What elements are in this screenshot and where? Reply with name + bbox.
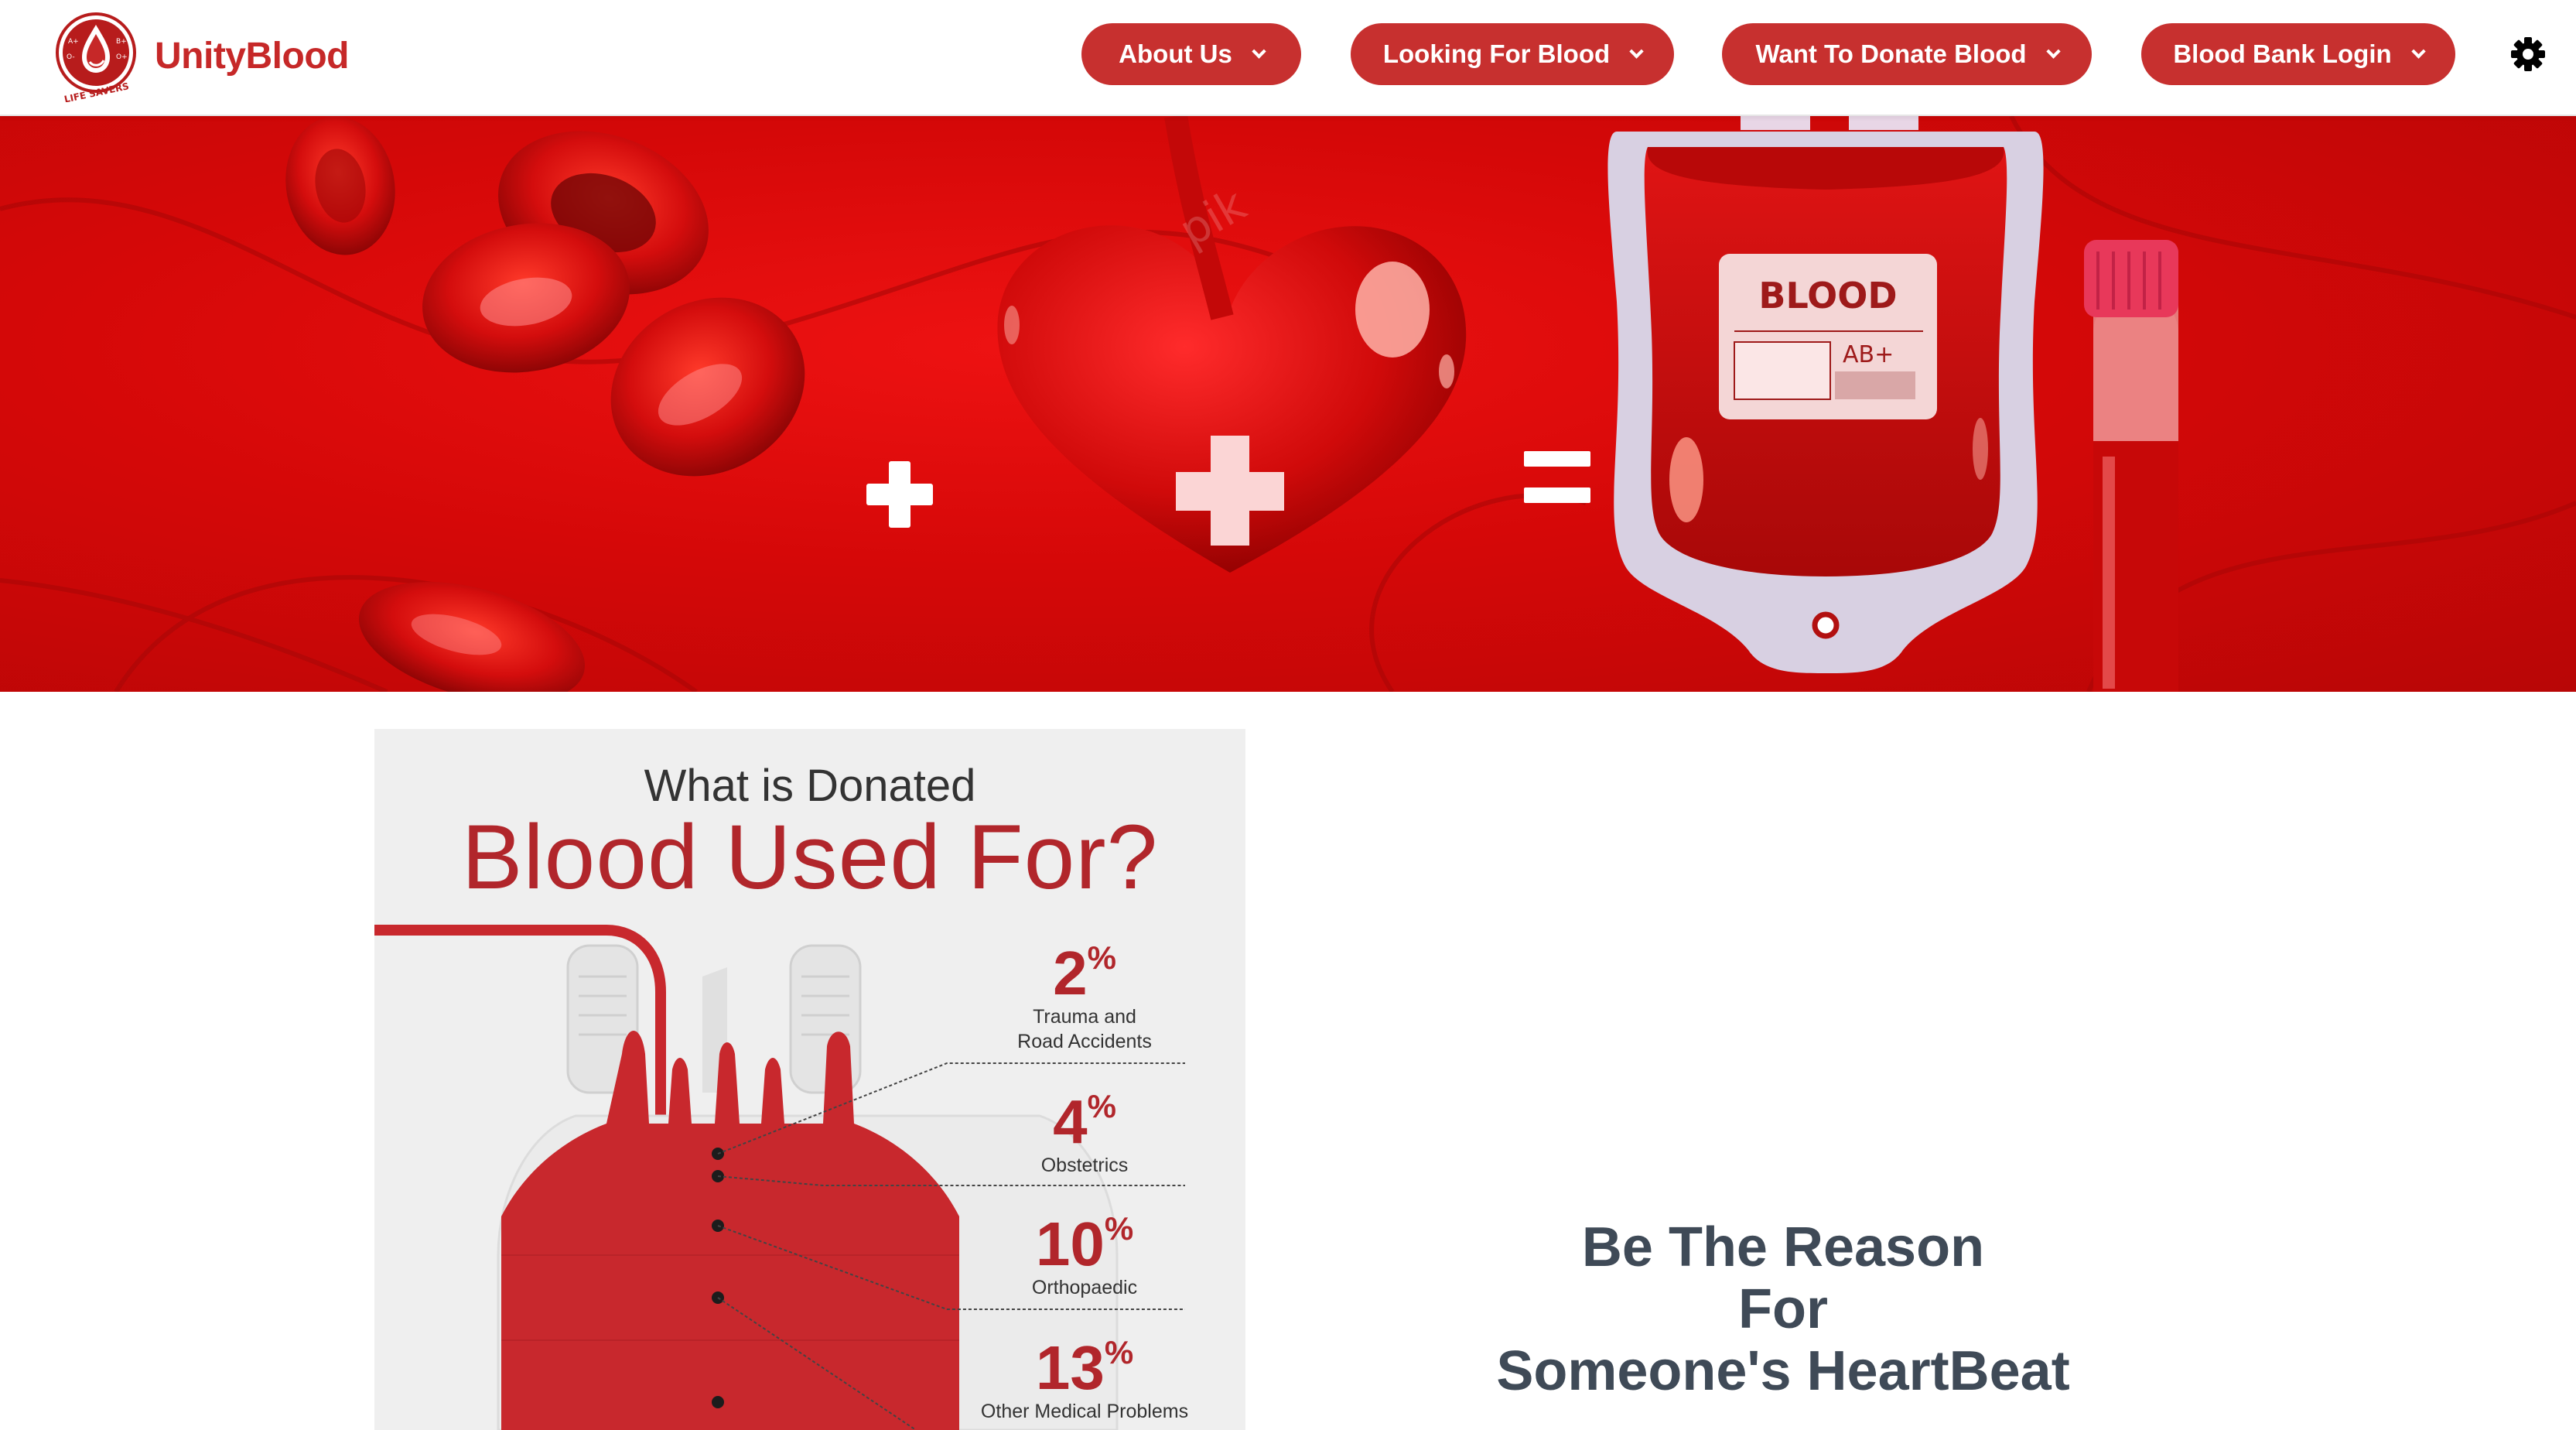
tagline-line-3: Someone's HeartBeat bbox=[1496, 1340, 2070, 1402]
gear-icon[interactable] bbox=[2509, 35, 2547, 74]
equals-sign-icon bbox=[1524, 451, 1590, 503]
brand[interactable]: A+ B+ O- O+ LIFE SAVERS UnityBlood bbox=[54, 9, 349, 102]
hero-banner: BLOOD AB+ pik bbox=[0, 116, 2576, 692]
stat-value: 4% bbox=[969, 1088, 1201, 1153]
about-us-button[interactable]: About Us bbox=[1081, 23, 1301, 85]
tagline-line-2: For bbox=[1738, 1278, 1828, 1340]
stat-orthopaedic: 10% Orthopaedic bbox=[969, 1213, 1201, 1300]
logo-type-o-neg: O- bbox=[67, 53, 75, 61]
chevron-down-icon bbox=[2045, 43, 2061, 59]
blood-bank-login-button[interactable]: Blood Bank Login bbox=[2141, 23, 2455, 85]
chevron-down-icon bbox=[2410, 43, 2426, 59]
looking-for-blood-button[interactable]: Looking For Blood bbox=[1351, 23, 1674, 85]
infographic-blood-bag bbox=[374, 925, 1185, 1430]
stat-trauma: 2% Trauma and Road Accidents bbox=[969, 942, 1201, 1054]
plus-sign-icon bbox=[866, 461, 933, 528]
stat-label-line2: Road Accidents bbox=[1017, 1031, 1152, 1052]
unityblood-logo: A+ B+ O- O+ LIFE SAVERS bbox=[56, 12, 136, 102]
stat-number: 10 bbox=[1035, 1209, 1105, 1278]
stat-label: Obstetrics bbox=[1040, 1155, 1129, 1176]
stat-unit: % bbox=[1087, 939, 1116, 976]
logo-type-b: B+ bbox=[116, 38, 127, 46]
blood-bank-login-label: Blood Bank Login bbox=[2173, 39, 2392, 68]
want-to-donate-blood-button[interactable]: Want To Donate Blood bbox=[1722, 23, 2092, 85]
stat-label: Trauma and bbox=[1033, 1006, 1136, 1028]
stat-number: 2 bbox=[1053, 939, 1088, 1008]
stat-unit: % bbox=[1104, 1334, 1134, 1370]
stat-number: 13 bbox=[1035, 1333, 1105, 1402]
looking-for-blood-label: Looking For Blood bbox=[1382, 39, 1611, 68]
stat-unit: % bbox=[1087, 1088, 1116, 1124]
logo-type-a: A+ bbox=[68, 38, 79, 46]
logo-type-o-pos: O+ bbox=[116, 53, 128, 61]
tagline: Be The Reason For Someone's HeartBeat bbox=[1392, 1216, 2174, 1402]
chevron-down-icon bbox=[1629, 43, 1644, 59]
stat-label: Orthopaedic bbox=[1031, 1277, 1138, 1298]
chevron-down-icon bbox=[1252, 43, 1266, 59]
brand-name[interactable]: UnityBlood bbox=[155, 35, 349, 77]
stat-label: Other Medical Problems bbox=[980, 1401, 1189, 1422]
top-navbar: A+ B+ O- O+ LIFE SAVERS UnityBlood About… bbox=[0, 0, 2576, 116]
stat-other-medical: 13% Other Medical Problems bbox=[969, 1334, 1201, 1424]
stat-number: 4 bbox=[1053, 1087, 1088, 1156]
tagline-line-1: Be The Reason bbox=[1581, 1216, 1985, 1278]
stat-value: 10% bbox=[969, 1213, 1201, 1275]
stat-value: 2% bbox=[969, 942, 1201, 1004]
want-to-donate-blood-label: Want To Donate Blood bbox=[1755, 39, 2027, 68]
blood-usage-infographic: What is Donated Blood Used For? bbox=[374, 729, 1245, 1430]
test-tube-illustration bbox=[2084, 240, 2178, 692]
about-us-label: About Us bbox=[1119, 39, 1232, 68]
hero-illustration: BLOOD AB+ pik bbox=[0, 116, 2576, 692]
stat-obstetrics: 4% Obstetrics bbox=[969, 1088, 1201, 1178]
stat-value: 13% bbox=[969, 1334, 1201, 1399]
blood-bag-illustration: BLOOD AB+ bbox=[1607, 116, 2044, 673]
stat-unit: % bbox=[1104, 1210, 1134, 1247]
blood-type-label: AB+ bbox=[1843, 341, 1894, 368]
blood-bag-label: BLOOD bbox=[1758, 275, 1897, 316]
